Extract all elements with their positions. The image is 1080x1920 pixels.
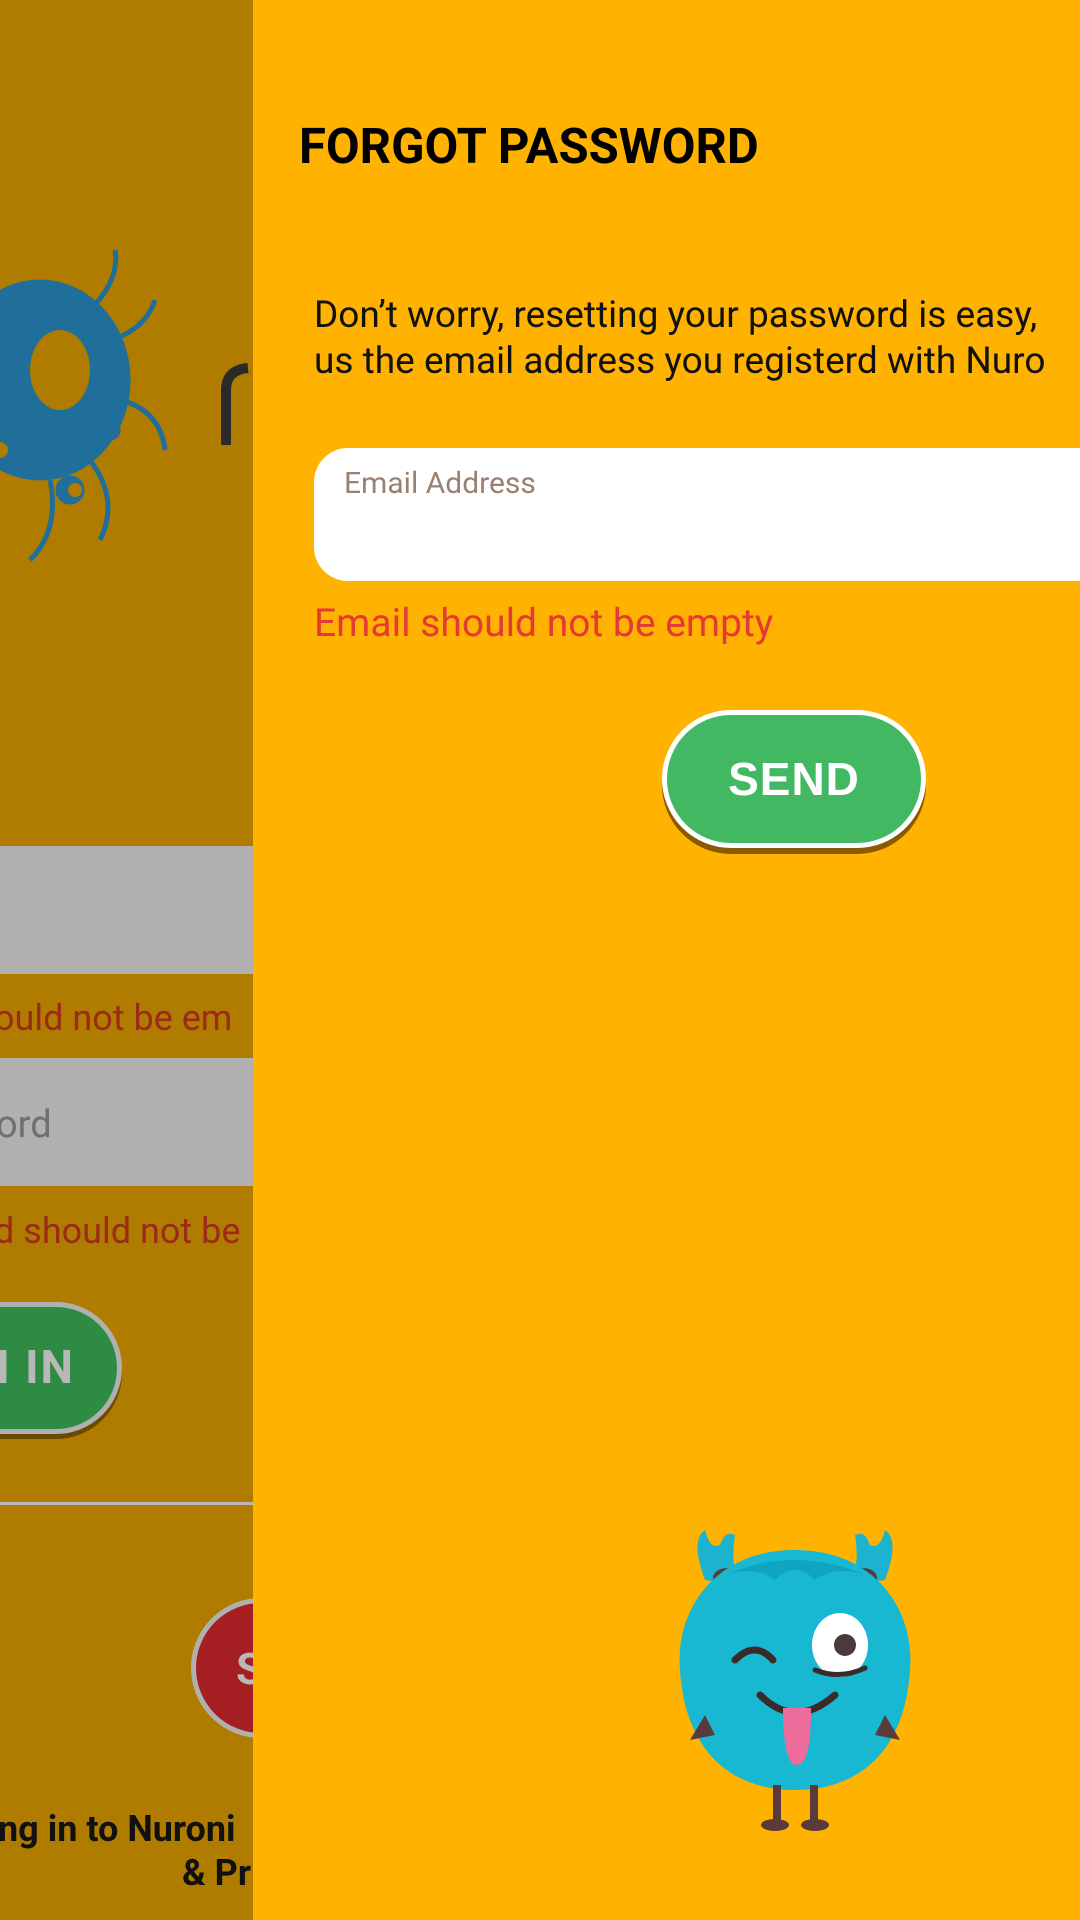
email-input[interactable] bbox=[344, 510, 1048, 562]
background-login-screen: ould not be em ord d should not be I IN … bbox=[0, 0, 253, 1920]
background-signup-button: S bbox=[191, 1598, 253, 1738]
monster-mascot-icon bbox=[679, 1530, 911, 1831]
description-text: Don’t worry, resetting your password is … bbox=[314, 293, 1045, 385]
background-signin-label: I IN bbox=[0, 1341, 75, 1395]
background-footer-line2: & Pr bbox=[182, 1852, 252, 1894]
send-button[interactable]: SEND bbox=[662, 710, 926, 848]
background-password-error: d should not be bbox=[0, 1210, 241, 1252]
forgot-password-drawer: FORGOT PASSWORD Don’t worry, resetting y… bbox=[253, 0, 1080, 1920]
send-button-label: SEND bbox=[728, 753, 860, 805]
background-email-error: ould not be em bbox=[0, 997, 233, 1039]
logo-wordmark-icon bbox=[221, 363, 249, 445]
email-error-message: Email should not be empty bbox=[314, 600, 774, 646]
background-signin-button: I IN bbox=[0, 1302, 122, 1434]
email-field-label: Email Address bbox=[344, 466, 536, 501]
description-line-2: us the email address you registerd with … bbox=[314, 340, 1046, 383]
background-signup-label: S bbox=[236, 1643, 253, 1695]
background-divider bbox=[0, 1502, 253, 1505]
background-footer-line1: ng in to Nuroni bbox=[0, 1808, 236, 1850]
email-field[interactable]: Email Address bbox=[314, 448, 1080, 581]
page-title: FORGOT PASSWORD bbox=[299, 118, 759, 175]
background-email-field bbox=[0, 846, 253, 974]
description-line-1: Don’t worry, resetting your password is … bbox=[314, 294, 1038, 337]
app-logo-icon bbox=[0, 250, 168, 562]
background-password-placeholder: ord bbox=[0, 1103, 52, 1147]
